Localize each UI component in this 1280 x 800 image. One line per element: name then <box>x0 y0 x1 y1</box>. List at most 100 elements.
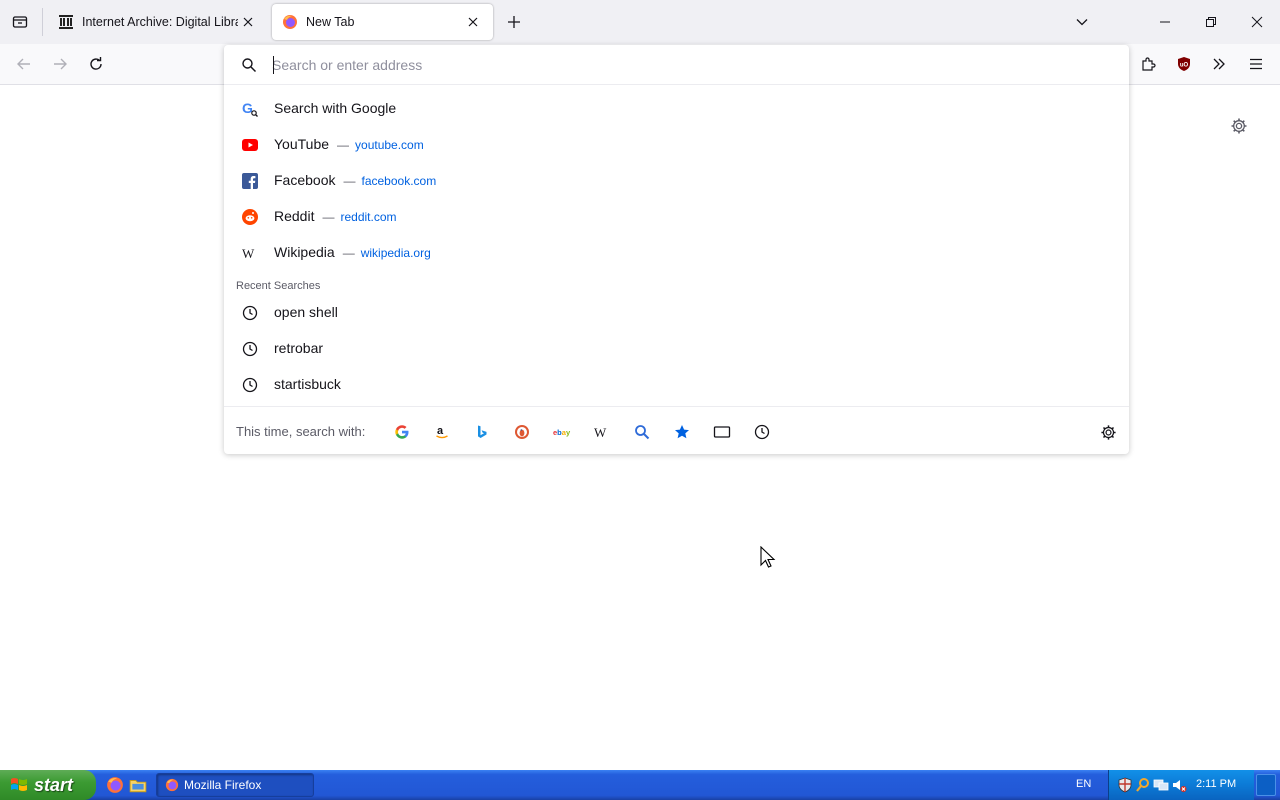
volume-muted-icon[interactable] <box>1171 777 1187 793</box>
firefox-view-button[interactable] <box>6 8 34 36</box>
separator-dash: — <box>343 174 356 188</box>
firefox-quicklaunch-icon[interactable] <box>106 776 124 794</box>
youtube-icon <box>241 136 258 153</box>
tab-icon <box>713 426 731 438</box>
recent-search-text: open shell <box>274 304 338 320</box>
close-tab-icon[interactable] <box>238 12 258 32</box>
restore-button[interactable] <box>1188 0 1234 44</box>
app-menu-button[interactable] <box>1242 50 1270 78</box>
engine-google-button[interactable] <box>391 421 413 443</box>
gear-icon <box>1100 424 1116 440</box>
explorer-quicklaunch-icon[interactable] <box>129 776 147 794</box>
network-icon[interactable] <box>1153 777 1169 793</box>
show-desktop-button[interactable] <box>1256 774 1276 796</box>
recent-searches-label: Recent Searches <box>236 280 321 292</box>
recent-search-item[interactable]: open shell <box>224 294 1129 330</box>
text-caret <box>273 56 274 74</box>
newtab-settings-button[interactable] <box>1228 115 1250 137</box>
firefox-icon <box>165 778 179 792</box>
search-mode-button[interactable] <box>631 421 653 443</box>
engine-wikipedia-button[interactable]: W <box>591 421 613 443</box>
recent-search-text: retrobar <box>274 340 324 356</box>
chevron-down-icon <box>1076 19 1088 26</box>
recent-search-item[interactable]: retrobar <box>224 330 1129 366</box>
language-indicator[interactable]: EN <box>1076 778 1091 790</box>
history-mode-button[interactable] <box>751 421 773 443</box>
tab-internet-archive[interactable]: Internet Archive: Digital Library of Fre… <box>48 4 268 40</box>
separator-dash: — <box>342 246 355 260</box>
puzzle-icon <box>1142 57 1156 71</box>
one-off-search-bar: This time, search with: a ebay W <box>224 406 1129 454</box>
new-tab-button[interactable] <box>502 10 526 34</box>
start-button[interactable]: start <box>0 770 96 800</box>
suggestion-title: Wikipedia <box>274 244 335 260</box>
bing-icon <box>478 425 487 438</box>
extensions-button[interactable] <box>1134 50 1162 78</box>
ebay-icon: ebay <box>553 428 571 437</box>
close-tab-icon[interactable] <box>463 12 483 32</box>
reddit-icon <box>241 208 258 225</box>
clock[interactable]: 2:11 PM <box>1196 778 1236 790</box>
reload-button[interactable] <box>82 50 110 78</box>
suggestion-reddit[interactable]: Reddit — reddit.com <box>224 198 1129 234</box>
close-window-button[interactable] <box>1234 0 1280 44</box>
windows-logo-icon <box>11 778 27 791</box>
minimize-button[interactable] <box>1142 0 1188 44</box>
tabs-mode-button[interactable] <box>711 421 733 443</box>
search-settings-button[interactable] <box>1097 421 1119 443</box>
taskbar-firefox-button[interactable]: Mozilla Firefox <box>156 773 314 797</box>
suggestion-label: Facebook — facebook.com <box>274 172 436 188</box>
suggestion-youtube[interactable]: YouTube — youtube.com <box>224 126 1129 162</box>
suggestion-label: YouTube — youtube.com <box>274 136 424 152</box>
tab-title: New Tab <box>306 15 355 29</box>
recent-search-item[interactable]: startisbuck <box>224 366 1129 402</box>
overflow-menu-button[interactable] <box>1205 50 1233 78</box>
facebook-icon <box>241 172 258 189</box>
suggestion-title: YouTube <box>274 136 330 152</box>
suggestion-facebook[interactable]: Facebook — facebook.com <box>224 162 1129 198</box>
suggestion-search-google[interactable]: G Search with Google <box>224 90 1129 126</box>
suggestion-title: Reddit <box>274 208 315 224</box>
arrow-left-icon <box>17 58 30 70</box>
search-icon[interactable] <box>1135 777 1151 793</box>
star-icon <box>675 425 689 439</box>
one-off-label: This time, search with: <box>236 424 366 439</box>
urlbar-input[interactable] <box>272 54 1092 76</box>
svg-text:a: a <box>437 425 444 437</box>
minimize-icon <box>1160 21 1170 23</box>
reload-icon <box>90 57 102 70</box>
mouse-cursor-icon <box>760 546 776 568</box>
separator-dash: — <box>322 210 335 224</box>
suggestion-wikipedia[interactable]: W Wikipedia — wikipedia.org <box>224 234 1129 270</box>
bookmarks-mode-button[interactable] <box>671 421 693 443</box>
list-all-tabs-button[interactable] <box>1070 10 1094 34</box>
restore-icon <box>1206 17 1216 27</box>
engine-amazon-button[interactable]: a <box>431 421 453 443</box>
engine-duckduckgo-button[interactable] <box>511 421 533 443</box>
internet-archive-icon <box>58 14 74 30</box>
chevron-double-right-icon <box>1213 58 1225 70</box>
suggestion-label: Wikipedia — wikipedia.org <box>274 244 431 260</box>
taskbar-button-label: Mozilla Firefox <box>184 778 262 792</box>
clock-history-icon <box>754 424 770 440</box>
forward-button[interactable] <box>46 50 74 78</box>
engine-ebay-button[interactable]: ebay <box>551 421 573 443</box>
search-icon <box>635 425 650 440</box>
tab-new-tab[interactable]: New Tab <box>272 4 493 40</box>
svg-text:W: W <box>594 426 607 438</box>
urlbar-dropdown: G Search with Google YouTube — youtube.com… <box>224 45 1129 454</box>
back-button[interactable] <box>10 50 38 78</box>
start-label: start <box>34 774 74 795</box>
gear-icon <box>1231 118 1247 134</box>
separator-dash: — <box>337 138 350 152</box>
suggestion-label: Reddit — reddit.com <box>274 208 397 224</box>
ublock-origin-button[interactable]: uO <box>1170 50 1198 78</box>
security-shield-icon[interactable] <box>1117 777 1133 793</box>
svg-text:W: W <box>242 247 255 259</box>
suggestion-url: youtube.com <box>355 138 424 152</box>
engine-bing-button[interactable] <box>471 421 493 443</box>
clock-history-icon <box>241 340 258 357</box>
svg-text:uO: uO <box>1180 63 1189 69</box>
close-icon <box>1251 16 1263 28</box>
firefox-view-icon <box>12 16 28 28</box>
